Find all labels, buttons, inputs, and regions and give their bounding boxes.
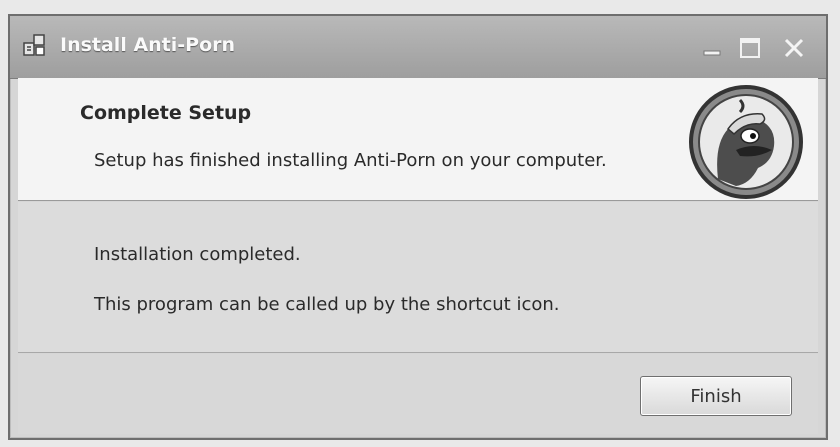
shortcut-message: This program can be called up by the sho…	[94, 294, 560, 315]
page-subtitle: Setup has finished installing Anti-Porn …	[94, 150, 607, 171]
installer-window: Install Anti-Porn Complete Setup Setup h…	[8, 14, 828, 440]
installer-icon	[22, 33, 48, 59]
header-panel: Complete Setup Setup has finished instal…	[18, 78, 818, 201]
content-panel: Installation completed. This program can…	[18, 202, 818, 353]
button-bar: Finish	[18, 354, 818, 434]
page-title: Complete Setup	[80, 102, 252, 124]
title-bar[interactable]: Install Anti-Porn	[10, 16, 826, 79]
completion-message: Installation completed.	[94, 244, 301, 265]
close-icon[interactable]	[782, 36, 806, 60]
maximize-icon[interactable]	[738, 36, 762, 60]
minimize-icon[interactable]	[700, 36, 724, 60]
mascot-logo-icon	[688, 84, 804, 200]
finish-button[interactable]: Finish	[640, 376, 792, 416]
window-title: Install Anti-Porn	[60, 34, 236, 56]
